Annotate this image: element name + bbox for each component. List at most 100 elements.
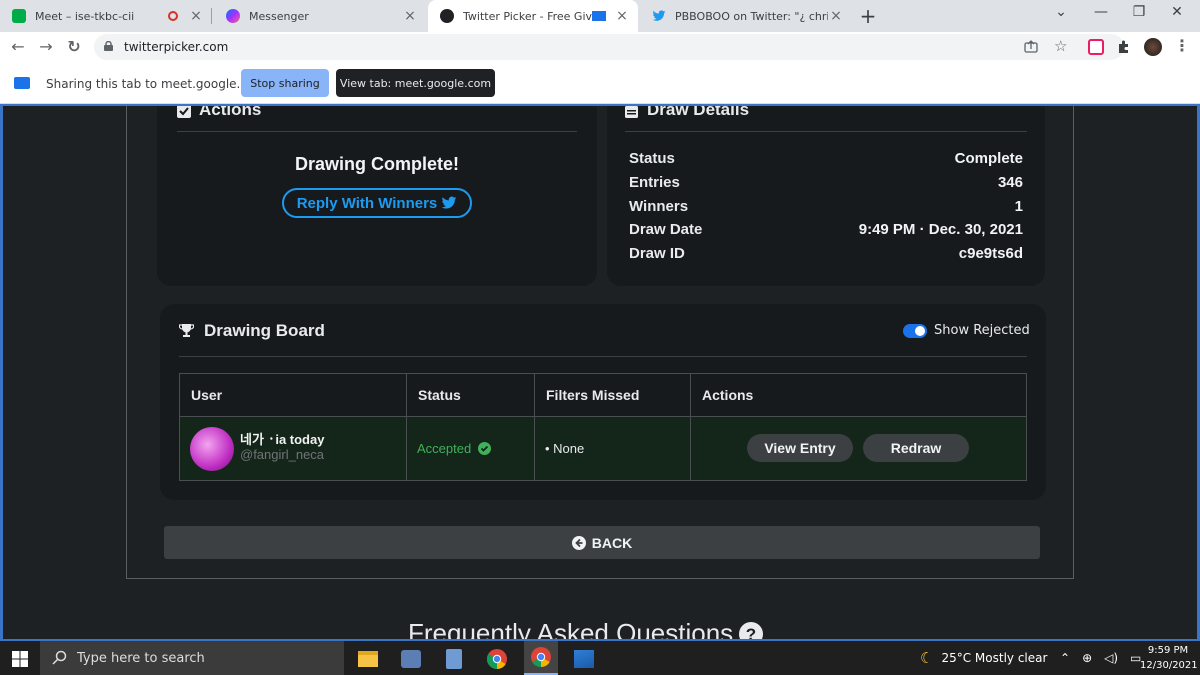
extension-icon[interactable] bbox=[1088, 39, 1104, 55]
detail-label: Entries bbox=[629, 174, 680, 191]
tab-messenger[interactable]: Messenger × bbox=[214, 0, 426, 32]
redraw-button[interactable]: Redraw bbox=[863, 434, 969, 462]
close-tab-icon[interactable]: × bbox=[402, 8, 418, 24]
start-button[interactable] bbox=[0, 641, 40, 675]
filters-missed-cell: • None bbox=[534, 416, 691, 481]
tab-twitter-picker[interactable]: Twitter Picker - Free Giveawa × bbox=[428, 0, 638, 32]
actions-panel: Actions Drawing Complete! Reply With Win… bbox=[157, 106, 597, 286]
windows-logo-icon bbox=[12, 651, 28, 667]
tab-title: PBBOBOO on Twitter: "¿ christm bbox=[675, 9, 828, 23]
detail-value: Complete bbox=[954, 150, 1023, 167]
twitter-bird-icon bbox=[652, 9, 666, 23]
address-bar[interactable]: twitterpicker.com ☆ bbox=[94, 34, 1124, 60]
clock[interactable]: 9:59 PM 12/30/2021 bbox=[1140, 643, 1198, 673]
menu-kebab-icon[interactable]: ⋮ bbox=[1174, 38, 1190, 55]
new-tab-button[interactable]: + bbox=[856, 4, 880, 28]
tab-title: Twitter Picker - Free Giveawa bbox=[463, 9, 592, 23]
taskbar-search[interactable]: Type here to search bbox=[40, 641, 344, 675]
windows-taskbar: Type here to search ☾ 25°C Mostly clear … bbox=[0, 639, 1200, 675]
filters-missed-value: • None bbox=[545, 441, 585, 456]
detail-row-winners: Winners 1 bbox=[629, 198, 1023, 222]
messenger-icon bbox=[226, 9, 240, 23]
drawing-board-title: Drawing Board bbox=[204, 321, 325, 340]
chevron-up-icon[interactable]: ⌃ bbox=[1060, 651, 1070, 665]
network-icon[interactable]: ⊕ bbox=[1082, 651, 1092, 665]
twitter-picker-icon bbox=[440, 9, 454, 23]
status-accepted: Accepted bbox=[417, 441, 472, 456]
detail-row-draw-date: Draw Date 9:49 PM · Dec. 30, 2021 bbox=[629, 221, 1023, 245]
show-rejected-label: Show Rejected bbox=[934, 323, 1030, 338]
bookmark-star-icon[interactable]: ☆ bbox=[1054, 37, 1067, 55]
lock-icon bbox=[104, 41, 113, 51]
user-avatar[interactable] bbox=[190, 427, 234, 471]
reply-label: Reply With Winners bbox=[296, 194, 438, 212]
check-circle-icon bbox=[477, 442, 491, 455]
system-tray: ⌃ ⊕ ◁) ▭ bbox=[1060, 641, 1141, 675]
weather-widget[interactable]: ☾ 25°C Mostly clear bbox=[920, 641, 1047, 675]
drawing-board-panel: Drawing Board Show Rejected User Status … bbox=[160, 304, 1046, 500]
user-handle[interactable]: @fangirl_neca bbox=[240, 447, 324, 462]
file-explorer-icon[interactable] bbox=[354, 645, 382, 673]
forward-arrow-icon[interactable]: → bbox=[36, 37, 56, 56]
faq-title: Frequently Asked Questions bbox=[408, 618, 734, 639]
drawing-complete-text: Drawing Complete! bbox=[294, 154, 459, 174]
back-arrow-icon[interactable]: ← bbox=[8, 37, 28, 56]
divider bbox=[177, 131, 577, 132]
user-name[interactable]: 네가 ᛫ia today bbox=[240, 429, 324, 448]
app-icon[interactable] bbox=[397, 645, 425, 673]
tab-twitter[interactable]: PBBOBOO on Twitter: "¿ christm × bbox=[640, 0, 852, 32]
tab-title: Meet – ise-tkbc-cii bbox=[35, 9, 135, 23]
search-placeholder: Type here to search bbox=[77, 651, 205, 666]
detail-label: Draw ID bbox=[629, 245, 685, 262]
calendar-icon bbox=[625, 106, 638, 118]
view-tab-button[interactable]: View tab: meet.google.com bbox=[336, 69, 495, 97]
chrome-active-icon[interactable] bbox=[524, 641, 558, 675]
view-entry-button[interactable]: View Entry bbox=[747, 434, 853, 462]
detail-value: 9:49 PM · Dec. 30, 2021 bbox=[858, 221, 1023, 238]
photos-icon[interactable] bbox=[570, 645, 598, 673]
stop-sharing-button[interactable]: Stop sharing bbox=[241, 69, 329, 97]
column-header-user: User bbox=[179, 373, 407, 417]
detail-value: c9e9ts6d bbox=[958, 245, 1023, 262]
back-label: BACK bbox=[591, 534, 633, 551]
detail-label: Winners bbox=[629, 198, 689, 215]
show-rejected-toggle[interactable] bbox=[903, 324, 927, 338]
clock-date: 12/30/2021 bbox=[1140, 660, 1198, 671]
profile-avatar[interactable] bbox=[1144, 38, 1162, 56]
url-text: twitterpicker.com bbox=[124, 40, 229, 54]
calculator-icon[interactable] bbox=[440, 645, 468, 673]
share-page-icon[interactable] bbox=[1024, 40, 1038, 54]
close-tab-icon[interactable]: × bbox=[614, 8, 630, 24]
detail-value: 1 bbox=[1014, 198, 1023, 215]
close-window-button[interactable]: ✕ bbox=[1154, 4, 1200, 20]
draw-details-panel: Draw Details Status Complete Entries 346… bbox=[607, 104, 1045, 286]
table-header-row: User Status Filters Missed Actions bbox=[179, 373, 1027, 417]
back-button[interactable]: BACK bbox=[164, 526, 1040, 559]
reload-icon[interactable]: ↻ bbox=[64, 37, 84, 56]
column-header-status: Status bbox=[406, 373, 535, 417]
weather-text: 25°C Mostly clear bbox=[941, 651, 1048, 665]
svg-text:?: ? bbox=[746, 625, 756, 640]
close-tab-icon[interactable]: × bbox=[188, 8, 204, 24]
chrome-icon[interactable] bbox=[483, 645, 511, 673]
volume-icon[interactable]: ◁) bbox=[1104, 651, 1118, 665]
drawing-board-table: User Status Filters Missed Actions 네가 ᛫i… bbox=[179, 373, 1027, 481]
close-tab-icon[interactable]: × bbox=[828, 8, 844, 24]
extensions-puzzle-icon[interactable] bbox=[1116, 39, 1132, 55]
sharing-indicator-icon bbox=[592, 11, 606, 21]
tab-sharing-bar: Sharing this tab to meet.google.com Stop… bbox=[0, 62, 1200, 104]
detail-value: 346 bbox=[997, 174, 1023, 191]
clock-time: 9:59 PM bbox=[1147, 645, 1189, 656]
browser-toolbar: ← → ↻ twitterpicker.com ☆ ⋮ bbox=[0, 32, 1200, 62]
divider bbox=[625, 131, 1027, 132]
reply-with-winners-button[interactable]: Reply With Winners bbox=[282, 188, 472, 218]
detail-row-entries: Entries 346 bbox=[629, 174, 1023, 198]
detail-row-status: Status Complete bbox=[629, 150, 1023, 174]
google-meet-icon bbox=[12, 9, 26, 23]
tab-meet[interactable]: Meet – ise-tkbc-cii × bbox=[0, 0, 212, 32]
sharing-text: Sharing this tab to meet.google.com bbox=[46, 77, 266, 91]
column-header-actions: Actions bbox=[690, 373, 1027, 417]
user-cell: 네가 ᛫ia today @fangirl_neca bbox=[179, 416, 407, 481]
draw-details-title: Draw Details bbox=[647, 104, 750, 119]
twitter-bird-icon bbox=[441, 196, 457, 209]
